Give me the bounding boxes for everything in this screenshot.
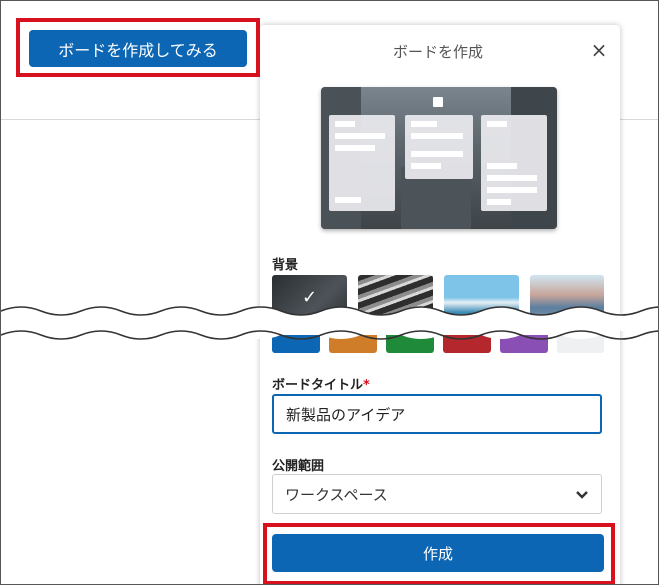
background-label: 背景: [272, 258, 299, 273]
visibility-select-value: ワークスペース: [285, 485, 388, 504]
preview-list: [329, 115, 395, 211]
visibility-select[interactable]: ワークスペース: [272, 474, 602, 514]
chevron-down-icon: [575, 485, 589, 504]
screenshot-frame: ボードを作成してみる ボードを作成 × 背景 ✓ ボードタイトル* 新製品のアイ…: [0, 0, 659, 585]
page-break-wave: [1, 306, 658, 340]
trello-logo-icon: [433, 97, 443, 107]
board-title-label: ボードタイトル*: [272, 374, 370, 393]
required-mark: *: [363, 378, 370, 393]
board-title-input[interactable]: [272, 394, 602, 434]
close-icon[interactable]: ×: [588, 39, 610, 61]
panel-title: ボードを作成: [392, 43, 483, 61]
preview-list: [405, 115, 473, 179]
header-divider: [1, 119, 263, 120]
callout-highlight-try-button: [16, 18, 260, 77]
board-preview-image: [321, 87, 557, 229]
visibility-label: 公開範囲: [272, 459, 325, 474]
callout-highlight-create-button: [263, 523, 615, 584]
preview-list: [481, 115, 547, 211]
board-title-label-text: ボードタイトル: [272, 378, 364, 393]
